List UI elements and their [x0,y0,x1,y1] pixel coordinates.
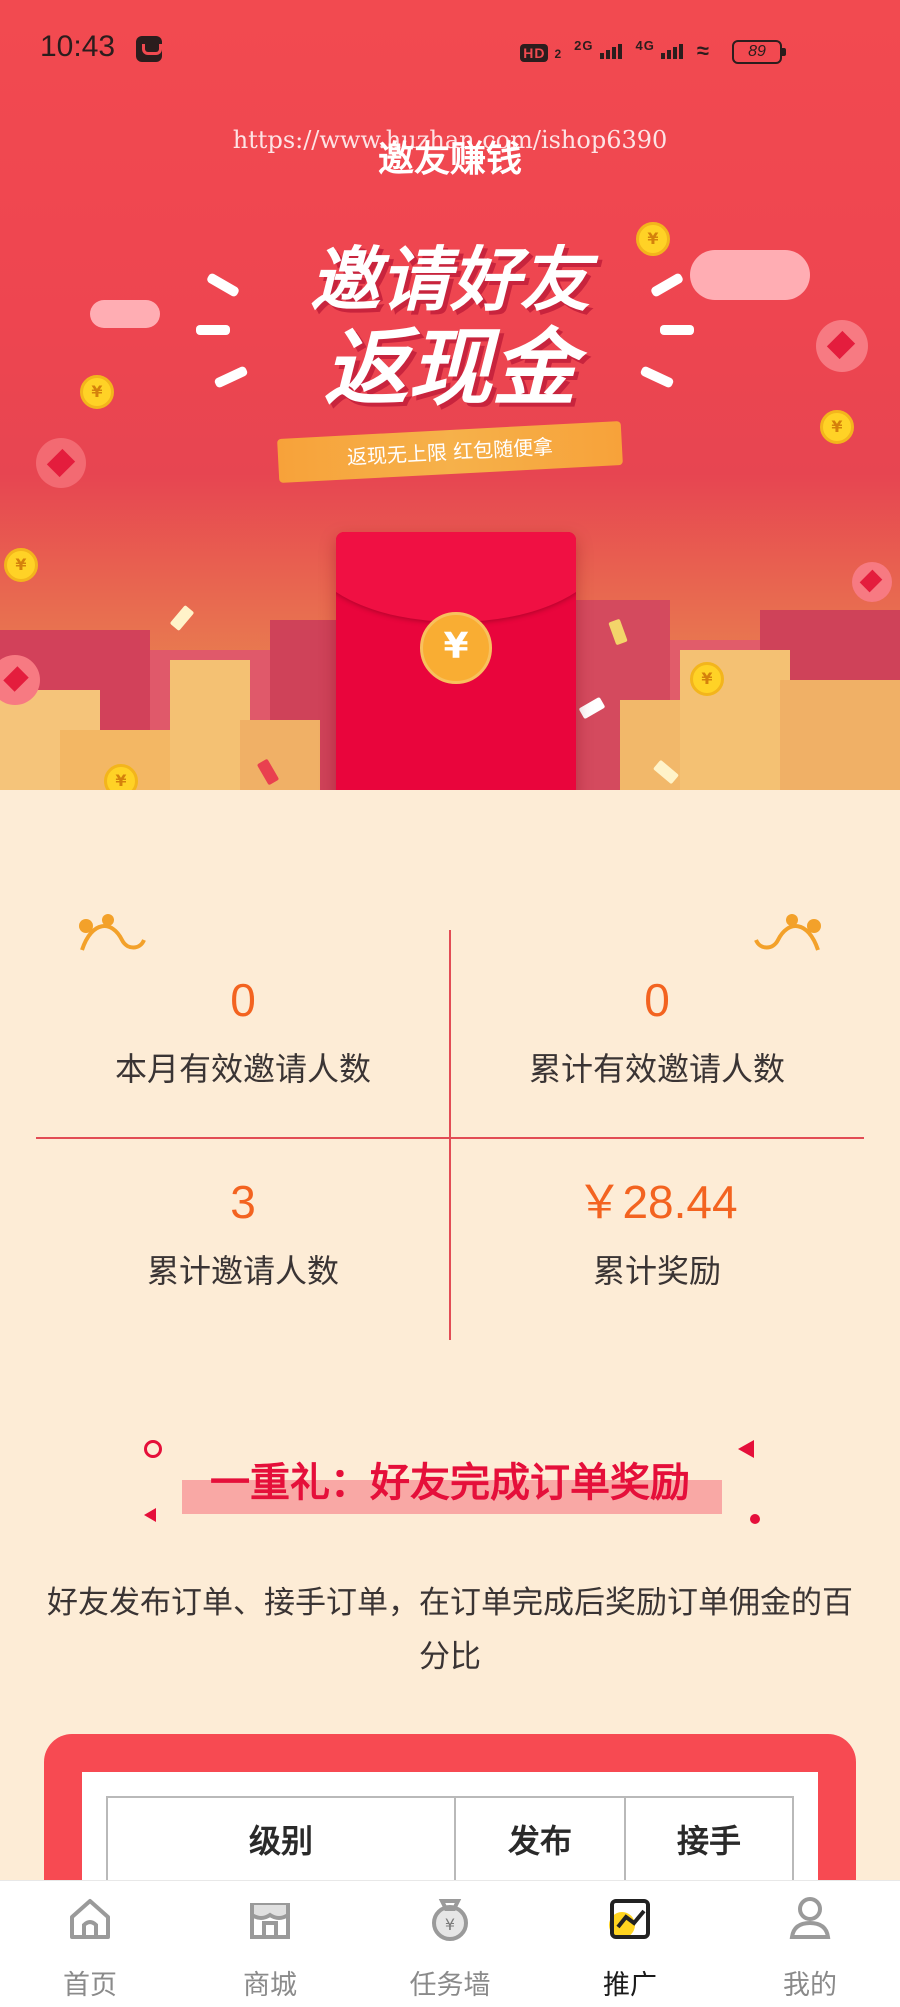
stat-month-valid-invites: 0 本月有效邀请人数 [36,970,450,1090]
coin-icon: ¥ [690,662,724,696]
stat-total-invites: 3 累计邀请人数 [36,1172,450,1292]
gift-title-block: 一重礼：好友完成订单奖励 [144,1440,760,1524]
money-bag-icon: ¥ [432,1899,468,1941]
yuan-coin-icon: ¥ [420,612,492,684]
nav-item-promote[interactable]: 推广 [540,1881,720,2007]
circle-decoration [144,1440,162,1458]
nav-item-home[interactable]: 首页 [0,1881,180,2007]
column-header-accept: 接手 [624,1798,792,1880]
battery-icon: 89 [732,40,786,64]
hd-badge-icon: HD [520,44,549,62]
divider-horizontal [36,1137,864,1139]
status-bar: 10:43 HD 2 2G 4G ≈ 89 [0,0,900,100]
nav-item-shop[interactable]: 商城 [180,1881,360,2007]
stat-total-reward: ￥28.44 累计奖励 [450,1172,864,1292]
nav-label: 任务墙 [409,1970,491,2001]
red-envelope-illustration: ¥ [336,532,576,790]
coin-icon: ¥ [104,764,138,790]
network-4g-label: 4G [635,38,655,53]
coin-icon: ¥ [4,548,38,582]
notification-app-icon [136,36,162,62]
nav-label: 推广 [603,1970,657,2001]
stat-value: 0 [644,974,670,1026]
envelope-flap [336,532,576,622]
stat-value: 3 [230,1176,256,1228]
hero-banner: ¥ ¥ ¥ ¥ ¥ ¥ 邀请好友 返现金 返现无上限 红包随便拿 ¥ 10:43… [0,0,900,790]
column-header-level: 级别 [248,1822,313,1860]
stat-total-valid-invites: 0 累计有效邀请人数 [450,970,864,1090]
page-title: 邀友赚钱 [377,139,522,180]
gift-description: 好友发布订单、接手订单，在订单完成后奖励订单佣金的百分比 [47,1585,853,1675]
nav-item-task-wall[interactable]: ¥ 任务墙 [360,1881,540,2007]
stat-label: 累计有效邀请人数 [528,1050,785,1088]
mini-red-envelope-icon [852,562,892,602]
banner-headline: 邀请好友 返现金 [0,240,900,416]
stat-label: 累计邀请人数 [146,1252,339,1290]
dot-decoration [750,1514,760,1524]
nav-item-profile[interactable]: 我的 [720,1881,900,2007]
nav-label: 商城 [243,1970,297,2001]
nav-label: 首页 [63,1970,117,2001]
promote-icon [609,1899,650,1939]
invite-stats-grid: 0 本月有效邀请人数 0 累计有效邀请人数 3 累计邀请人数 ￥28.44 累计… [36,930,864,1340]
reward-table-header: 级别 发布 接手 [106,1796,794,1882]
nav-label: 我的 [783,1970,837,2001]
headline-line-2: 返现金 [323,319,576,417]
signal-bars-icon [660,43,685,64]
stat-label: 本月有效邀请人数 [114,1050,371,1088]
wifi-icon: ≈ [696,38,710,63]
profile-icon [789,1897,831,1939]
stat-label: 累计奖励 [592,1252,721,1290]
column-header-publish: 发布 [454,1798,624,1880]
mini-red-envelope-icon [36,438,86,488]
home-icon [70,1899,110,1939]
triangle-decoration [738,1440,754,1458]
triangle-decoration [144,1508,156,1522]
status-time: 10:43 [40,30,116,63]
shop-icon [250,1903,290,1939]
headline-line-1: 邀请好友 [310,239,590,321]
bottom-nav: 首页 商城 ¥ 任务墙 推广 我的 [0,1880,900,2007]
svg-text:¥: ¥ [445,1915,455,1934]
gift-title: 一重礼：好友完成订单奖励 [210,1460,690,1506]
network-2g-label: 2G [574,38,594,53]
stat-value: 0 [230,974,256,1026]
signal-icons: HD 2 2G 4G ≈ [520,38,710,64]
signal-bars-icon [599,43,624,64]
stat-value: ￥28.44 [576,1176,738,1228]
